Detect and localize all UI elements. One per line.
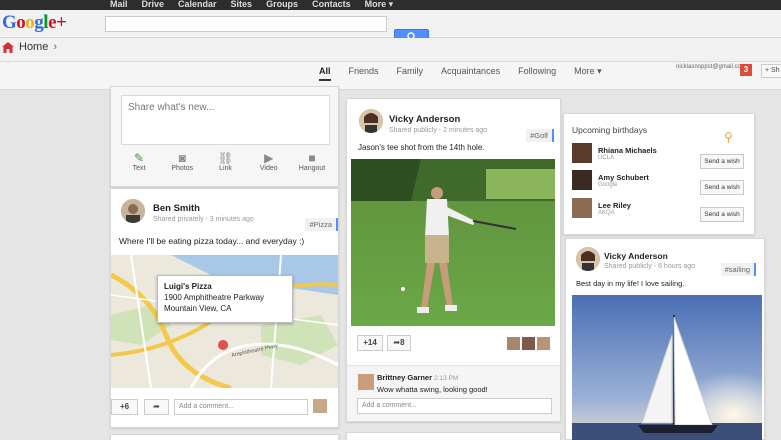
share-button[interactable]: + Sh <box>761 64 781 78</box>
birthdays-title: Upcoming birthdays <box>572 125 648 135</box>
comment-input[interactable]: Add a comment... <box>357 398 552 414</box>
video-icon: ▶ <box>264 151 274 165</box>
sailing-photo-image <box>572 295 762 440</box>
avatar[interactable] <box>359 109 383 133</box>
nav-sites[interactable]: Sites <box>231 0 253 10</box>
share-box: Share what's new... ✎ Text ◙ Photos ⛓ Link … <box>110 86 339 187</box>
commenter-avatar <box>313 399 327 413</box>
filter-all[interactable]: All <box>319 66 331 81</box>
nav-contacts[interactable]: Contacts <box>312 0 351 10</box>
avatar <box>507 337 520 350</box>
top-navigation-bar: Mail Drive Calendar Sites Groups Contact… <box>0 0 781 10</box>
golf-photo[interactable] <box>351 159 555 326</box>
share-arrow-icon: ➦ <box>153 402 160 411</box>
hashtag[interactable]: #Golf <box>526 129 554 142</box>
place-address-line1: 1900 Amphitheatre Parkway <box>164 293 265 302</box>
avatar[interactable] <box>576 247 600 271</box>
share-input[interactable]: Share what's new... <box>121 95 330 145</box>
balloon-icon: ⚲ <box>724 130 733 144</box>
birthdays-card: Upcoming birthdays ⚲ Rhiana Michaels UCLA… <box>563 113 755 235</box>
birthday-person[interactable]: Rhiana Michaels UCLA <box>572 143 657 163</box>
comment-text: Wow whatta swing, looking good! <box>377 385 488 394</box>
post-author[interactable]: Vicky Anderson <box>604 251 695 261</box>
nav-mail[interactable]: Mail <box>110 0 128 10</box>
send-wish-button[interactable]: Send a wish <box>700 207 744 222</box>
share-hangout-button[interactable]: ■ Hangout <box>292 151 332 172</box>
comment-input[interactable]: Add a comment... <box>174 399 308 415</box>
filter-family[interactable]: Family <box>397 66 424 81</box>
plus-oners-avatars[interactable] <box>507 337 550 350</box>
google-plus-logo[interactable]: Google+ <box>2 12 67 34</box>
sub-bar <box>0 38 781 62</box>
post-text: Where I'll be eating pizza today... and … <box>119 236 305 246</box>
send-wish-button[interactable]: Send a wish <box>700 154 744 169</box>
hashtag[interactable]: #Pizza <box>305 218 338 231</box>
post-author[interactable]: Vicky Anderson <box>389 114 487 125</box>
avatar <box>572 143 592 163</box>
post-meta: Shared publicly - 2 minutes ago <box>389 127 488 134</box>
breadcrumb-home: Home <box>19 41 49 53</box>
avatar <box>522 337 535 350</box>
filter-following[interactable]: Following <box>518 66 556 81</box>
post-meta: Shared publicly - 6 hours ago <box>604 263 696 270</box>
camera-icon: ◙ <box>178 151 186 165</box>
post-card-ben: Ben Smith Shared privately - 3 minutes a… <box>110 188 339 428</box>
share-link-button[interactable]: ⛓ Link <box>206 151 246 172</box>
filter-friends[interactable]: Friends <box>349 66 379 81</box>
account-email[interactable]: nicklasnoppst@gmail.com <box>676 64 746 70</box>
link-icon: ⛓ <box>217 151 234 165</box>
share-text-button[interactable]: ✎ Text <box>119 151 159 172</box>
plus-one-button[interactable]: +6 <box>111 399 138 415</box>
comment-author[interactable]: Brittney Garner <box>377 373 432 382</box>
post-text: Jason's tee shot from the 14th hole. <box>358 143 485 152</box>
hangout-icon: ■ <box>308 151 316 165</box>
share-post-button[interactable]: ➦8 <box>387 335 411 351</box>
share-post-button[interactable]: ➦ <box>144 399 169 415</box>
chevron-right-icon: › <box>53 41 58 53</box>
share-actions: ✎ Text ◙ Photos ⛓ Link ▶ Video ■ Hangout <box>119 151 332 172</box>
map-embed[interactable]: Luigi's Pizza 1900 Amphitheatre Parkway … <box>111 255 338 388</box>
comment-section: Brittney Garner 2:13 PM Wow whatta swing… <box>347 365 560 421</box>
birthday-person[interactable]: Amy Schubert Google <box>572 170 649 190</box>
next-post-card <box>110 434 339 440</box>
notification-badge[interactable]: 3 <box>740 64 752 76</box>
share-video-button[interactable]: ▶ Video <box>249 151 289 172</box>
avatar[interactable] <box>358 374 374 390</box>
send-wish-button[interactable]: Send a wish <box>700 180 744 195</box>
filter-acquaintances[interactable]: Acquaintances <box>441 66 500 81</box>
post-card-vicky-golf: Vicky Anderson Shared publicly - 2 minut… <box>346 98 561 422</box>
next-post-card <box>346 432 561 440</box>
avatar <box>572 198 592 218</box>
breadcrumb[interactable]: Home › <box>2 41 57 53</box>
share-photos-button[interactable]: ◙ Photos <box>162 151 202 172</box>
post-text: Best day in my life! I love sailing. <box>576 279 685 288</box>
post-meta: Shared privately - 3 minutes ago <box>153 216 254 223</box>
comment-time: 2:13 PM <box>434 375 459 382</box>
pencil-icon: ✎ <box>133 151 145 165</box>
place-name: Luigi's Pizza <box>164 282 212 291</box>
nav-calendar[interactable]: Calendar <box>178 0 217 10</box>
sailing-photo[interactable] <box>572 295 762 440</box>
top-nav-links: Mail Drive Calendar Sites Groups Contact… <box>110 0 393 10</box>
map-info-window: Luigi's Pizza 1900 Amphitheatre Parkway … <box>157 275 293 323</box>
avatar[interactable] <box>121 199 145 223</box>
nav-more[interactable]: More ▾ <box>365 0 394 10</box>
hashtag[interactable]: #sailing <box>720 263 756 276</box>
home-icon <box>2 41 14 53</box>
golf-photo-image <box>351 159 555 326</box>
avatar <box>572 170 592 190</box>
place-address-line2: Mountain View, CA <box>164 304 232 313</box>
stream-filters: All Friends Family Acquaintances Followi… <box>319 66 602 81</box>
post-author[interactable]: Ben Smith <box>153 203 254 214</box>
search-input[interactable] <box>105 16 387 32</box>
avatar <box>537 337 550 350</box>
post-card-vicky-sailing: Vicky Anderson Shared publicly - 6 hours… <box>565 238 765 440</box>
nav-drive[interactable]: Drive <box>142 0 165 10</box>
birthday-person[interactable]: Lee Riley AKQA <box>572 198 631 218</box>
filter-more[interactable]: More ▾ <box>574 66 602 81</box>
nav-groups[interactable]: Groups <box>266 0 298 10</box>
plus-one-button[interactable]: +14 <box>357 335 383 351</box>
